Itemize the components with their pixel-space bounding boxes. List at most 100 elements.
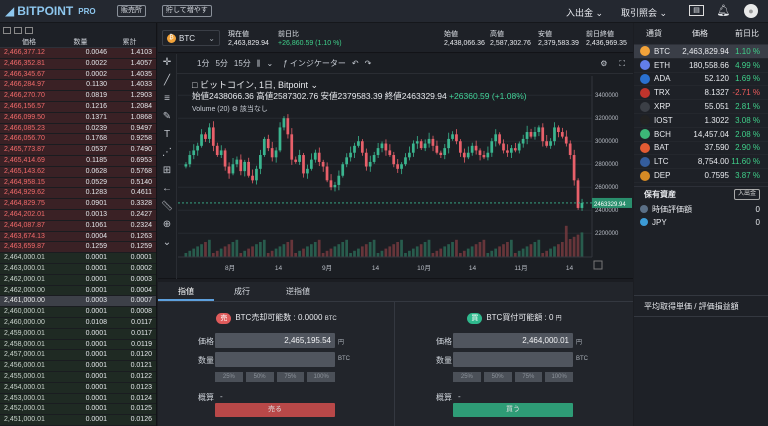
- currency-row-trx[interactable]: TRX 8.1327 -2.71 %: [634, 86, 768, 101]
- redo-icon[interactable]: ↷: [365, 59, 372, 68]
- bid-row[interactable]: 2,464,000.01 0.0001 0.0001: [0, 253, 156, 264]
- ask-row[interactable]: 2,464,202.01 0.0013 0.2427: [0, 209, 156, 221]
- ask-row[interactable]: 2,466,284.97 0.1130 1.4033: [0, 80, 156, 92]
- ask-row[interactable]: 2,466,156.57 0.1216 1.2084: [0, 101, 156, 113]
- bid-row[interactable]: 2,463,000.01 0.0001 0.0002: [0, 263, 156, 275]
- currency-row-iost[interactable]: IOST 1.3022 3.08 %: [634, 114, 768, 128]
- buy-pct-25[interactable]: 25%: [453, 372, 481, 382]
- avatar-icon[interactable]: ●: [744, 4, 758, 18]
- sell-pct-100[interactable]: 100%: [307, 372, 335, 382]
- back-icon[interactable]: ←: [158, 180, 176, 198]
- candle-type-icon[interactable]: ⫼: [257, 59, 261, 69]
- sell-pct-25[interactable]: 25%: [215, 372, 243, 382]
- bid-row[interactable]: 2,457,000.01 0.0001 0.0120: [0, 350, 156, 362]
- currency-row-ada[interactable]: ADA 52.120 1.69 %: [634, 73, 768, 87]
- currency-row-dep[interactable]: DEP 0.7595 3.87 %: [634, 169, 768, 183]
- buy-pct-75[interactable]: 75%: [514, 372, 543, 382]
- ask-row[interactable]: 2,466,345.67 0.0002 1.4035: [0, 69, 156, 81]
- ask-row[interactable]: 2,466,056.70 0.1768 0.9258: [0, 134, 156, 146]
- bid-row[interactable]: 2,461,000.00 0.0003 0.0007: [0, 296, 156, 308]
- buy-qty-input[interactable]: [453, 352, 573, 367]
- ask-row[interactable]: 2,463,674.13 0.0004 0.1263: [0, 231, 156, 243]
- exchange-button[interactable]: 販売所: [117, 5, 146, 17]
- bid-row[interactable]: 2,454,000.01 0.0001 0.0123: [0, 382, 156, 394]
- interval-1m[interactable]: 1分: [197, 58, 209, 69]
- bid-row[interactable]: 2,460,000.00 0.0108 0.0117: [0, 317, 156, 329]
- ask-row[interactable]: 2,465,414.69 0.1185 0.6953: [0, 155, 156, 167]
- buy-price-input[interactable]: 2,464,000.01: [453, 333, 573, 348]
- expand-icon[interactable]: ⌄: [158, 234, 176, 252]
- ask-row[interactable]: 2,466,099.50 0.1371 1.0868: [0, 112, 156, 124]
- interval-5m[interactable]: 5分: [215, 58, 227, 69]
- buy-pct-50[interactable]: 50%: [483, 372, 512, 382]
- currency-row-xrp[interactable]: XRP 55.051 2.81 %: [634, 100, 768, 114]
- currency-row-bat[interactable]: BAT 37.590 2.90 %: [634, 142, 768, 156]
- ask-row[interactable]: 2,464,958.15 0.0529 0.5140: [0, 177, 156, 189]
- ruler-icon[interactable]: 📏︎: [158, 198, 176, 216]
- buy-pct-100[interactable]: 100%: [545, 372, 573, 382]
- sell-price-input[interactable]: 2,465,195.54: [215, 333, 335, 348]
- bid-row[interactable]: 2,455,000.01 0.0001 0.0122: [0, 371, 156, 383]
- ask-row[interactable]: 2,466,085.23 0.0239 0.9497: [0, 123, 156, 135]
- tab-market[interactable]: 成行: [214, 282, 270, 301]
- sell-pct-50[interactable]: 50%: [245, 372, 274, 382]
- buy-button[interactable]: 買う: [453, 403, 573, 417]
- tab-stop[interactable]: 逆指値: [270, 282, 326, 301]
- currency-row-ltc[interactable]: LTC 8,754.00 11.60 %: [634, 155, 768, 170]
- ask-row[interactable]: 2,464,829.75 0.0901 0.3328: [0, 199, 156, 210]
- bid-row[interactable]: 2,452,000.01 0.0001 0.0125: [0, 404, 156, 416]
- save-increase-button[interactable]: 貯して増やす: [162, 5, 212, 17]
- sell-qty-input[interactable]: [215, 352, 335, 367]
- view-asks-icon[interactable]: [14, 26, 22, 34]
- ask-row[interactable]: 2,466,270.70 0.0819 1.2903: [0, 91, 156, 102]
- indicator-button[interactable]: ƒ インジケーター: [283, 58, 346, 69]
- holding-row-valuation[interactable]: 時価評価額 0: [634, 203, 768, 216]
- zoom-icon[interactable]: ⊕: [158, 216, 176, 234]
- undo-icon[interactable]: ↶: [352, 59, 359, 68]
- crosshair-icon[interactable]: ✛: [158, 54, 176, 72]
- bid-row[interactable]: 2,456,000.01 0.0001 0.0121: [0, 361, 156, 372]
- volume-bar: [470, 246, 474, 257]
- layout-icon[interactable]: ▤: [689, 5, 704, 16]
- measure-icon[interactable]: ⊞: [158, 162, 176, 180]
- settings-icon[interactable]: ⚙: [600, 59, 607, 68]
- ask-row[interactable]: 2,464,929.62 0.1283 0.4611: [0, 188, 156, 200]
- deposit-menu[interactable]: 入出金 ⌄: [566, 6, 603, 19]
- bell-icon[interactable]: 🔔︎: [716, 4, 731, 18]
- bid-row[interactable]: 2,459,000.01 0.0001 0.0117: [0, 328, 156, 340]
- pattern-icon[interactable]: ⋰: [158, 144, 176, 162]
- bid-row[interactable]: 2,462,000.01 0.0001 0.0003: [0, 274, 156, 286]
- bid-row[interactable]: 2,458,000.01 0.0001 0.0119: [0, 339, 156, 351]
- holdings-deposit-button[interactable]: 入出金: [733, 189, 760, 201]
- symbol-select[interactable]: ₿ BTC ⌄: [162, 30, 220, 46]
- trendline-icon[interactable]: ╱: [158, 72, 176, 90]
- text-icon[interactable]: T: [158, 126, 176, 144]
- price-chart[interactable]: 2200000 2400000 2600000 2800000 3000000 32000…: [158, 54, 633, 279]
- interval-15m[interactable]: 15分: [234, 58, 251, 69]
- currency-row-eth[interactable]: ETH 180,558.66 4.99 %: [634, 59, 768, 73]
- sell-pct-75[interactable]: 75%: [276, 372, 305, 382]
- ask-row[interactable]: 2,463,659.87 0.1259 0.1259: [0, 242, 156, 254]
- brush-icon[interactable]: ✎: [158, 108, 176, 126]
- logo[interactable]: ◢ BITPOINT PRO: [5, 4, 96, 18]
- fib-icon[interactable]: ≡: [158, 90, 176, 108]
- ask-row[interactable]: 2,465,773.87 0.0537 0.7490: [0, 145, 156, 156]
- ask-row[interactable]: 2,466,352.81 0.0022 1.4057: [0, 58, 156, 70]
- ask-row[interactable]: 2,466,377.12 0.0046 1.4103: [0, 48, 156, 59]
- inquiry-menu[interactable]: 取引照会 ⌄: [621, 6, 667, 19]
- volume-bar: [498, 246, 501, 257]
- bid-row[interactable]: 2,451,000.01 0.0001 0.0126: [0, 415, 156, 426]
- currency-row-bch[interactable]: BCH 14,457.04 2.08 %: [634, 128, 768, 142]
- fullscreen-icon[interactable]: ⛶: [619, 59, 625, 69]
- view-both-icon[interactable]: [3, 26, 11, 34]
- holding-row-jpy[interactable]: JPY 0: [634, 216, 768, 229]
- currency-row-btc[interactable]: BTC 2,463,829.94 1.10 %: [634, 45, 768, 59]
- bid-row[interactable]: 2,460,000.01 0.0001 0.0008: [0, 307, 156, 318]
- bid-row[interactable]: 2,462,000.00 0.0001 0.0004: [0, 285, 156, 297]
- bid-row[interactable]: 2,453,000.01 0.0001 0.0124: [0, 393, 156, 405]
- tab-limit[interactable]: 指値: [158, 282, 214, 301]
- ask-row[interactable]: 2,465,143.62 0.0628 0.5768: [0, 166, 156, 178]
- view-bids-icon[interactable]: [25, 26, 33, 34]
- sell-button[interactable]: 売る: [215, 403, 335, 417]
- ask-row[interactable]: 2,464,087.87 0.1061 0.2324: [0, 220, 156, 232]
